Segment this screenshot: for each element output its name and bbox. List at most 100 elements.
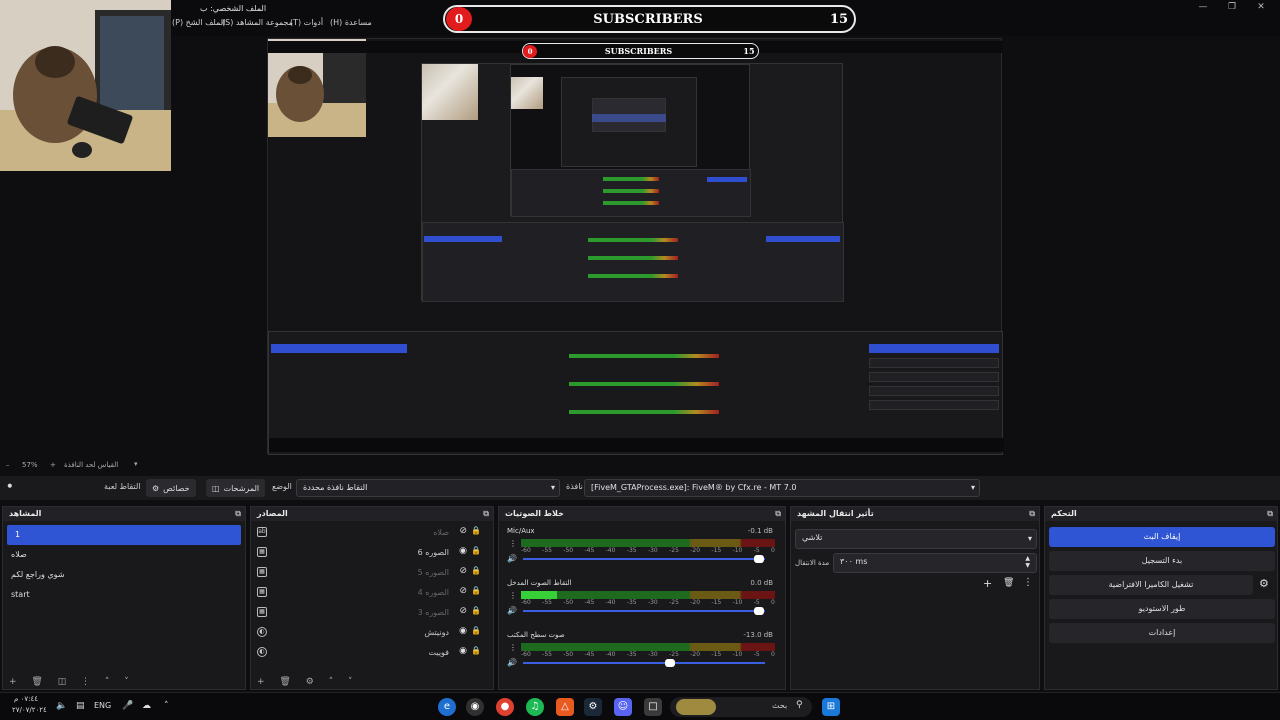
spotify-icon[interactable]: ♫ (526, 698, 544, 716)
speaker-icon[interactable]: 🔊 (507, 658, 517, 667)
file-explorer-icon[interactable]: □ (644, 698, 662, 716)
settings-button[interactable]: إعدادات (1049, 623, 1275, 643)
more-icon[interactable]: ⋮ (1023, 577, 1033, 588)
menu-profile[interactable]: (P) الملف الشخ (172, 18, 225, 27)
fader-knob[interactable] (754, 555, 765, 563)
scale-tick: -55 (542, 651, 552, 658)
eye-icon[interactable]: ◉ (459, 626, 467, 636)
popout-icon[interactable]: ⧉ (235, 509, 241, 519)
close-icon[interactable]: ✕ (1254, 2, 1268, 14)
stepper-icon[interactable]: ▲ ▼ (1025, 555, 1030, 569)
source-row[interactable]: ▦ الصوره 5 ⊘ 🔒 (251, 563, 493, 583)
chevron-up-icon[interactable]: ˄ (164, 701, 169, 711)
lock-icon[interactable]: 🔒 (471, 646, 481, 655)
scene-item-1[interactable]: 1 (7, 525, 241, 545)
eye-off-icon[interactable]: ⊘ (459, 586, 467, 596)
menu-scene-collection[interactable]: (S) مجموعة المشاهد (222, 18, 293, 27)
restore-icon[interactable]: ❐ (1225, 2, 1239, 14)
onedrive-icon[interactable]: ☁ (142, 701, 151, 711)
source-row[interactable]: ◐ فوييت ◉ 🔒 (251, 643, 493, 663)
volume-fader[interactable] (523, 662, 765, 664)
preview-canvas[interactable]: 0 SUBSCRIBERS 15 (267, 38, 1004, 455)
source-row[interactable]: ▦ الصوره 4 ⊘ 🔒 (251, 583, 493, 603)
scale-tick: -25 (669, 599, 679, 606)
start-recording-button[interactable]: بدء التسجيل (1049, 551, 1275, 571)
lock-icon[interactable]: 🔒 (471, 566, 481, 575)
eye-icon[interactable]: ◉ (459, 646, 467, 656)
volume-icon[interactable]: 🔈 (56, 701, 67, 711)
scale-tick: -60 (521, 599, 531, 606)
scale-tick: -5 (753, 599, 760, 606)
window-select[interactable]: [FiveM_GTAProcess.exe]: FiveM® by Cfx.re… (584, 479, 980, 497)
more-icon[interactable]: ⋮ (509, 539, 517, 548)
transition-type: تلاشي (802, 533, 823, 542)
scale-tick: -40 (605, 547, 616, 554)
add-icon[interactable]: + (983, 577, 992, 590)
network-icon[interactable]: ▤ (76, 701, 85, 711)
sources-toolbar[interactable]: + 🗑 ⚙ ˄ ˅ (251, 677, 493, 689)
menu-tools[interactable]: (T) أدوات (290, 18, 323, 27)
source-row[interactable]: ▦ الصوره 6 ◉ 🔒 (251, 543, 493, 563)
popout-icon[interactable]: ⧉ (1267, 509, 1273, 519)
audio-mixer-dock: خلاط الصوتيات ⧉ Mic/Aux -0.1 dB ⋮ -60 -55… (498, 506, 786, 690)
transition-type-select[interactable]: تلاشي ▾ (795, 529, 1037, 549)
scale-tick: -15 (711, 599, 722, 606)
lock-icon[interactable]: 🔒 (471, 626, 481, 635)
scenes-title: المشاهد (9, 509, 42, 518)
popout-icon[interactable]: ⧉ (775, 509, 781, 519)
steam-icon[interactable]: ⚙ (584, 698, 602, 716)
obs-icon[interactable]: ◉ (466, 698, 484, 716)
microphone-icon[interactable]: 🎤 (122, 701, 133, 711)
zoom-out-button[interactable]: – (6, 461, 10, 469)
lock-icon[interactable]: 🔒 (471, 526, 481, 535)
image-icon: ▦ (257, 567, 267, 577)
studio-mode-button[interactable]: طور الاستوديو (1049, 599, 1275, 619)
speaker-icon[interactable]: 🔊 (507, 606, 517, 615)
duration-spinbox[interactable]: ٣٠٠ ms ▲ ▼ (833, 553, 1037, 573)
language-indicator[interactable]: ENG (94, 701, 111, 710)
source-row[interactable]: ◐ دونيتش ◉ 🔒 (251, 623, 493, 643)
zoom-in-button[interactable]: + (50, 461, 56, 469)
chevron-down-icon[interactable]: ▾ (134, 460, 138, 468)
eye-off-icon[interactable]: ⊘ (459, 526, 467, 536)
filters-button[interactable]: ◫ المرشحات (206, 479, 266, 497)
taskbar-search[interactable]: بحث ⚲ (670, 697, 812, 717)
volume-fader[interactable] (523, 610, 765, 612)
more-icon[interactable]: ⋮ (509, 591, 517, 600)
chrome-icon[interactable]: ● (496, 698, 514, 716)
lock-icon[interactable]: 🔒 (471, 586, 481, 595)
fader-knob[interactable] (754, 607, 765, 615)
scenes-toolbar[interactable]: + 🗑 ◫ ⋮ ˄ ˅ (3, 677, 245, 689)
eye-icon[interactable]: ◉ (459, 546, 467, 556)
start-virtual-camera-button[interactable]: تشغيل الكاميرا الافتراضية (1049, 575, 1253, 595)
discord-icon[interactable]: ☺ (614, 698, 632, 716)
scale-tick: 0 (771, 547, 775, 554)
eye-off-icon[interactable]: ⊘ (459, 606, 467, 616)
windows-start-icon[interactable]: ⊞ (822, 698, 840, 716)
gear-icon[interactable]: ⚙ (1259, 577, 1269, 590)
mode-select[interactable]: التقاط نافذة محددة ▾ (296, 479, 560, 497)
source-row[interactable]: ab صلاه ⊘ 🔒 (251, 523, 493, 543)
scene-item-start[interactable]: start (3, 585, 245, 605)
more-icon[interactable]: ⋮ (509, 643, 517, 652)
volume-fader[interactable] (523, 558, 765, 560)
scale-tick: -20 (690, 651, 701, 658)
menu-help[interactable]: (H) مساعدة (330, 18, 372, 27)
fader-knob[interactable] (664, 659, 675, 667)
scene-item-brb[interactable]: شوي وراجع لكم (3, 565, 245, 585)
brave-icon[interactable]: △ (556, 698, 574, 716)
scene-item-prayer[interactable]: صلاه (3, 545, 245, 565)
eye-off-icon[interactable]: ⊘ (459, 566, 467, 576)
stop-streaming-button[interactable]: إيقاف البث (1049, 527, 1275, 547)
trash-icon[interactable]: 🗑 (1003, 578, 1014, 588)
popout-icon[interactable]: ⧉ (483, 509, 489, 519)
speaker-icon[interactable]: 🔊 (507, 554, 517, 563)
minimize-icon[interactable]: — (1196, 2, 1210, 14)
lock-icon[interactable]: 🔒 (471, 546, 481, 555)
source-row[interactable]: ▦ الصوره 3 ⊘ 🔒 (251, 603, 493, 623)
properties-button[interactable]: ⚙ خصائص (146, 479, 196, 497)
popout-icon[interactable]: ⧉ (1029, 509, 1035, 519)
edge-icon[interactable]: e (438, 698, 456, 716)
lock-icon[interactable]: 🔒 (471, 606, 481, 615)
fit-to-window-label[interactable]: القياس لحد النافذة (64, 461, 118, 469)
